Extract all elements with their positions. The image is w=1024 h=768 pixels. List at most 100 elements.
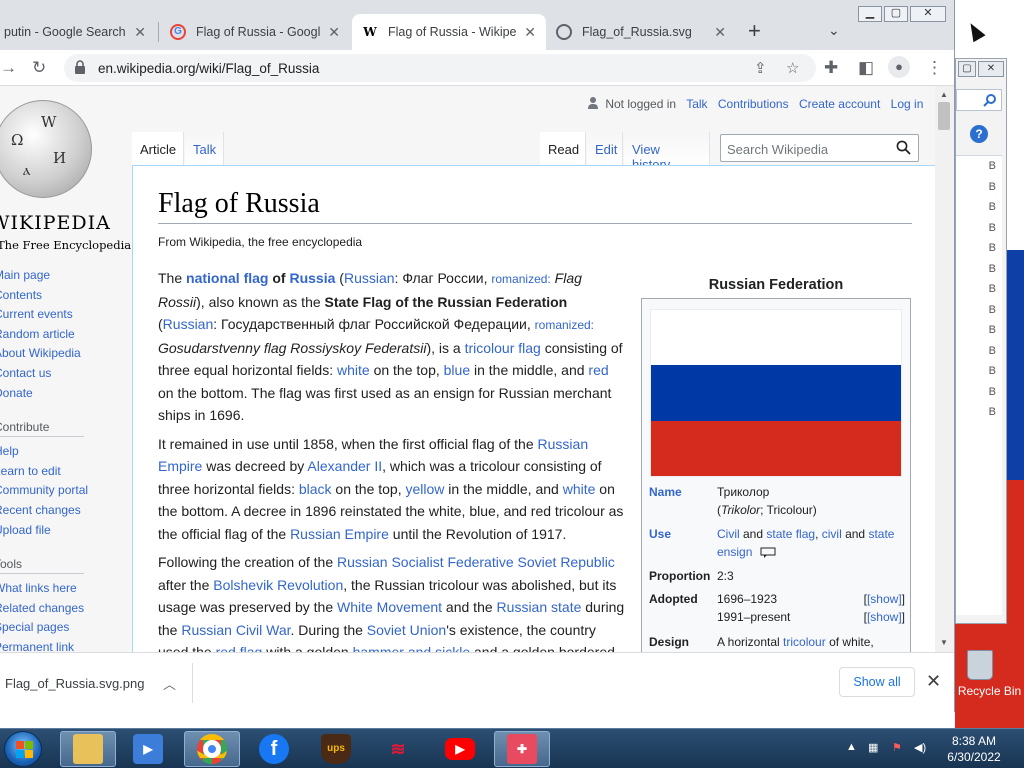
sidebar-item-what-links-here[interactable]: What links here: [0, 579, 130, 599]
log-in-link[interactable]: Log in: [891, 97, 924, 111]
sidebar-item-special-pages[interactable]: Special pages: [0, 618, 130, 638]
use-civil-ensign-link[interactable]: civil: [822, 527, 842, 541]
create-account-link[interactable]: Create account: [799, 97, 880, 111]
tab-putin-search[interactable]: putin - Google Search ✕: [0, 14, 156, 50]
url-text[interactable]: en.wikipedia.org/wiki/Flag_of_Russia: [98, 61, 319, 76]
show-link[interactable]: [show]: [867, 592, 902, 606]
tab-flag-google[interactable]: G Flag of Russia - Google ✕: [160, 14, 350, 50]
infobox-label[interactable]: Use: [649, 525, 671, 543]
sidebar-item-contact[interactable]: Contact us: [0, 364, 130, 384]
taskbar-chrome[interactable]: [184, 731, 240, 767]
windows-logo-icon: [25, 750, 33, 758]
use-ensign-link[interactable]: ensign: [717, 545, 752, 559]
title-divider: [158, 223, 912, 224]
close-icon[interactable]: ✕: [926, 671, 941, 692]
network-icon[interactable]: ▦: [868, 741, 878, 754]
system-clock[interactable]: 8:38 AM 6/30/2022: [932, 733, 1016, 765]
scroll-up-arrow-icon[interactable]: ▲: [940, 90, 948, 99]
use-state-link[interactable]: state: [868, 527, 894, 541]
recycle-bin-desktop-icon[interactable]: Recycle Bin: [955, 650, 1024, 698]
help-icon[interactable]: ?: [970, 125, 988, 143]
scroll-down-arrow-icon[interactable]: ▼: [940, 638, 948, 647]
start-button[interactable]: [4, 731, 42, 767]
tab-read[interactable]: Read: [540, 132, 586, 166]
forward-icon[interactable]: →: [0, 58, 17, 78]
sidebar-item-random-article[interactable]: Random article: [0, 325, 130, 345]
tab-talk[interactable]: Talk: [185, 132, 224, 166]
close-tab-icon[interactable]: ✕: [714, 24, 726, 41]
show-toggle-1[interactable]: [[show]]: [864, 590, 905, 608]
page-scrollbar[interactable]: ▲ ▼: [935, 86, 954, 652]
chevron-up-icon[interactable]: ︿: [163, 674, 176, 693]
contributions-link[interactable]: Contributions: [718, 97, 789, 111]
download-filename[interactable]: Flag_of_Russia.svg.png: [5, 676, 144, 691]
taskbar-app[interactable]: ✚: [494, 731, 550, 767]
tricolour-link[interactable]: tricolour: [783, 635, 826, 649]
reload-icon[interactable]: ↻: [32, 58, 46, 78]
volume-icon[interactable]: ◀): [914, 741, 926, 754]
close-window-button[interactable]: ✕: [910, 6, 946, 22]
google-icon: G: [170, 24, 186, 40]
search-icon[interactable]: [896, 140, 911, 155]
sidebar-item-community-portal[interactable]: Community portal: [0, 481, 130, 501]
show-link[interactable]: [show]: [867, 610, 902, 624]
extensions-puzzle-icon[interactable]: ✚: [824, 58, 838, 78]
show-toggle-2[interactable]: [[show]]: [864, 608, 905, 626]
lock-icon[interactable]: [74, 60, 86, 74]
profile-avatar-icon[interactable]: ●: [888, 56, 910, 78]
side-panel-icon[interactable]: ◧: [858, 58, 874, 78]
restore-button[interactable]: ▢: [884, 6, 908, 22]
taskbar-explorer[interactable]: [60, 731, 116, 767]
share-icon[interactable]: ⇪: [754, 59, 767, 77]
sidebar-item-about[interactable]: About Wikipedia: [0, 344, 130, 364]
russia-flag-image[interactable]: [650, 309, 902, 477]
tab-search-chevron-icon[interactable]: ⌄: [828, 22, 840, 39]
bg-window-close-button[interactable]: ✕: [978, 61, 1004, 77]
talk-link[interactable]: Talk: [686, 97, 707, 111]
sidebar-item-main-page[interactable]: Main page: [0, 266, 130, 286]
list-item: B: [988, 160, 996, 172]
sidebar-item-contents[interactable]: Contents: [0, 286, 130, 306]
background-window[interactable]: ▢ ✕ ? B B B B B B B B B B B B B: [955, 58, 1007, 624]
menu-kebab-icon[interactable]: ⋮: [926, 58, 943, 78]
sidebar-item-donate[interactable]: Donate: [0, 384, 130, 404]
sidebar-item-help[interactable]: Help: [0, 442, 130, 462]
tab-view-history[interactable]: View history: [624, 132, 710, 172]
tab-flag-svg[interactable]: Flag_of_Russia.svg ✕: [546, 14, 736, 50]
sidebar-item-upload-file[interactable]: Upload file: [0, 521, 130, 541]
infobox-label[interactable]: Name: [649, 483, 682, 501]
action-center-icon[interactable]: ⚑: [892, 741, 902, 754]
use-civil-link[interactable]: Civil: [717, 527, 740, 541]
sidebar-item-recent-changes[interactable]: Recent changes: [0, 501, 130, 521]
show-hidden-icons-icon[interactable]: ▲: [846, 741, 857, 753]
scrollbar-thumb[interactable]: [938, 102, 950, 130]
new-tab-button[interactable]: +: [748, 20, 761, 42]
sidebar-item-permanent-link[interactable]: Permanent link: [0, 638, 130, 652]
close-tab-icon[interactable]: ✕: [328, 24, 340, 41]
bg-window-search[interactable]: [956, 89, 1002, 111]
sidebar-item-learn-to-edit[interactable]: Learn to edit: [0, 462, 130, 482]
taskbar-youtube[interactable]: ▶: [432, 731, 488, 767]
minimize-button[interactable]: ▁: [858, 6, 882, 22]
close-tab-icon[interactable]: ✕: [524, 24, 536, 41]
use-state-flag-link[interactable]: state flag: [766, 527, 815, 541]
taskbar-bank[interactable]: ≋: [370, 731, 426, 767]
sidebar-item-current-events[interactable]: Current events: [0, 305, 130, 325]
taskbar-media-player[interactable]: ▶: [120, 731, 176, 767]
bg-window-restore-button[interactable]: ▢: [958, 61, 976, 77]
list-item: B: [988, 283, 996, 295]
address-bar[interactable]: en.wikipedia.org/wiki/Flag_of_Russia ⇪ ☆: [64, 54, 816, 82]
windows-logo-icon: [25, 741, 33, 749]
wikipedia-search-input[interactable]: Search Wikipedia: [720, 134, 919, 162]
taskbar-facebook[interactable]: f: [246, 731, 302, 767]
tab-flag-wikipedia[interactable]: W Flag of Russia - Wikipedi ✕: [352, 14, 546, 50]
close-tab-icon[interactable]: ✕: [134, 24, 146, 41]
tab-article[interactable]: Article: [132, 132, 184, 166]
show-all-button[interactable]: Show all: [839, 667, 915, 697]
bookmark-star-icon[interactable]: ☆: [786, 59, 799, 77]
user-icon: [588, 97, 598, 109]
infobox-value: A horizontal tricolour of white,: [717, 633, 905, 651]
tab-edit[interactable]: Edit: [587, 132, 623, 166]
taskbar-ups[interactable]: ups: [308, 731, 364, 767]
sidebar-item-related-changes[interactable]: Related changes: [0, 599, 130, 619]
